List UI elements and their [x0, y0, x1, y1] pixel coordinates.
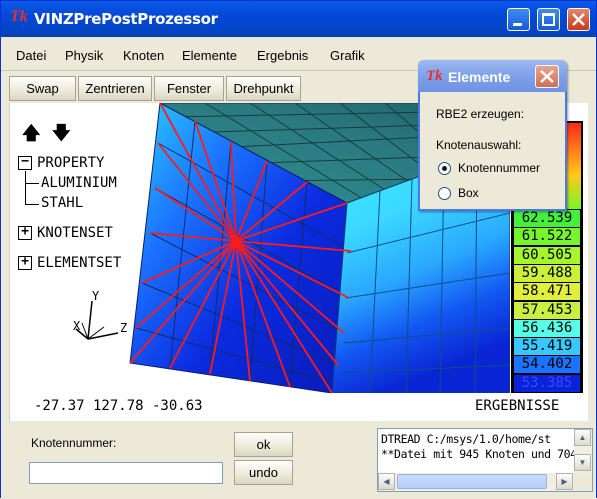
legend-value: 53.385: [514, 374, 580, 392]
axis-y-label: Y: [92, 289, 100, 303]
scroll-up-icon[interactable]: ▲: [574, 429, 591, 446]
undo-button[interactable]: undo: [234, 460, 293, 485]
zentrieren-button[interactable]: Zentrieren: [78, 76, 152, 101]
main-window: Tk VINZPrePostProzessor Datei Physik Kno…: [0, 0, 597, 499]
tree-item-knotenset[interactable]: KNOTENSET: [37, 225, 113, 241]
tk-logo-icon: Tk: [10, 8, 28, 25]
vertical-scrollbar[interactable]: ▲ ▼: [574, 429, 592, 473]
tree-item-stahl[interactable]: STAHL: [41, 195, 83, 211]
maximize-icon: [542, 13, 555, 26]
close-icon: [572, 13, 585, 26]
radio-knotennummer-label[interactable]: Knotennummer: [458, 161, 540, 175]
drehpunkt-button[interactable]: Drehpunkt: [226, 76, 301, 101]
tree-item-aluminium[interactable]: ALUMINIUM: [41, 175, 117, 191]
menu-physik[interactable]: Physik: [65, 48, 103, 63]
legend-value: 54.402: [514, 356, 580, 374]
swap-button[interactable]: Swap: [9, 76, 76, 101]
knotenset-expand-icon[interactable]: +: [18, 225, 32, 240]
log-line: **Datei mit 945 Knoten und 704 E: [381, 447, 590, 461]
menu-elemente[interactable]: Elemente: [182, 48, 237, 63]
tree-item-elementset[interactable]: ELEMENTSET: [37, 255, 121, 271]
elementset-expand-icon[interactable]: +: [18, 255, 32, 270]
menu-ergebnis[interactable]: Ergebnis: [257, 48, 308, 63]
legend-value: 55.419: [514, 338, 580, 356]
minimize-button[interactable]: [507, 8, 530, 31]
scroll-right-icon[interactable]: ▶: [556, 473, 573, 490]
close-button[interactable]: [567, 8, 590, 31]
legend-value: 56.436: [514, 319, 580, 337]
legend-value: 61.522: [514, 228, 580, 246]
dialog-title: Elemente: [448, 69, 511, 85]
maximize-button[interactable]: [537, 8, 560, 31]
elemente-dialog: Tk Elemente RBE2 erzeugen: Knotenauswahl…: [418, 60, 567, 211]
horizontal-scroll-thumb[interactable]: [397, 474, 547, 489]
dialog-tk-logo-icon: Tk: [426, 68, 443, 84]
axis-z-label: Z: [120, 321, 128, 335]
dialog-close-button[interactable]: [535, 65, 559, 88]
radio-box[interactable]: [438, 187, 451, 200]
scroll-left-icon[interactable]: ◀: [378, 473, 395, 490]
tree-connector-branch: [25, 204, 39, 205]
horizontal-scrollbar[interactable]: ◀ ▶: [378, 473, 574, 491]
radio-knotennummer[interactable]: [438, 162, 451, 175]
ergebnisse-label: ERGEBNISSE: [475, 398, 560, 414]
dialog-subheading: Knotenauswahl:: [436, 138, 522, 152]
log-output[interactable]: DTREAD C:/msys/1.0/home/st **Datei mit 9…: [377, 428, 593, 492]
legend-value: 58.471: [514, 283, 580, 301]
title-bar[interactable]: Tk VINZPrePostProzessor: [1, 1, 596, 37]
log-line: DTREAD C:/msys/1.0/home/st: [381, 432, 551, 446]
scroll-up-arrow-icon[interactable]: 🡅: [22, 121, 41, 151]
dialog-heading: RBE2 erzeugen:: [436, 107, 525, 121]
scroll-down-arrow-icon[interactable]: 🡇: [52, 121, 71, 151]
knotennummer-label: Knotennummer:: [31, 436, 117, 450]
legend-value: 62.539: [514, 210, 580, 227]
menu-datei[interactable]: Datei: [16, 48, 46, 63]
minimize-icon: [513, 23, 522, 26]
legend-value: 57.453: [514, 301, 580, 319]
knotennummer-input[interactable]: [29, 462, 223, 484]
scroll-down-icon[interactable]: ▼: [574, 454, 591, 471]
tree-connector-branch: [25, 183, 39, 184]
tree-item-property[interactable]: PROPERTY: [37, 155, 104, 171]
scrollbar-corner: [574, 473, 592, 491]
fenster-button[interactable]: Fenster: [154, 76, 224, 101]
close-icon: [540, 70, 554, 83]
ok-button[interactable]: ok: [234, 432, 293, 457]
radio-selected-icon: [442, 166, 447, 171]
property-collapse-icon[interactable]: −: [18, 155, 32, 170]
dialog-title-bar[interactable]: Tk Elemente: [418, 60, 567, 92]
cursor-coordinates: -27.37 127.78 -30.63: [34, 398, 203, 414]
menu-knoten[interactable]: Knoten: [123, 48, 164, 63]
window-title: VINZPrePostProzessor: [34, 10, 218, 28]
axis-x-label: X: [73, 319, 81, 333]
menu-grafik[interactable]: Grafik: [330, 48, 365, 63]
legend-value: 59.488: [514, 264, 580, 282]
legend-value: 60.505: [514, 246, 580, 264]
tree-connector: [25, 171, 26, 205]
bottom-panel: Knotennummer: ok undo DTREAD C:/msys/1.0…: [1, 422, 596, 499]
radio-box-label[interactable]: Box: [458, 186, 479, 200]
